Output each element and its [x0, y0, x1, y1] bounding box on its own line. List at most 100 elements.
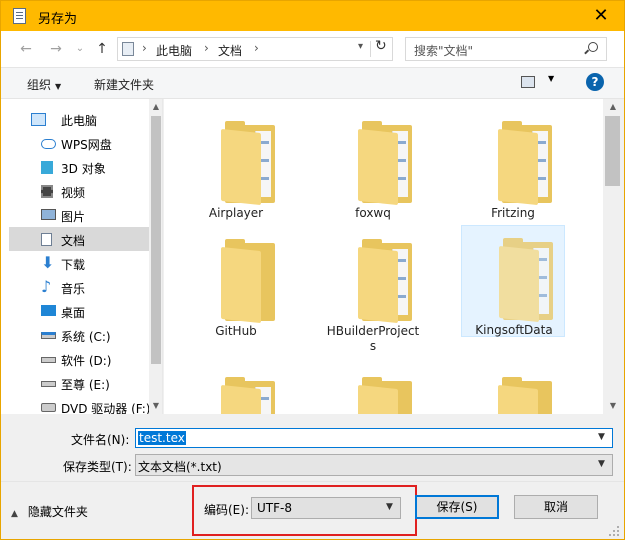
sidebar-item-music[interactable]: ♪ 音乐: [9, 275, 149, 299]
breadcrumb-this-pc[interactable]: 此电脑: [156, 42, 192, 59]
folder-icon: [499, 238, 557, 323]
resize-grip-icon[interactable]: [608, 525, 620, 537]
navigation-bar: ← → ⌄ ↑ › 此电脑 › 文档 › ▾ ↻ 搜索"文档": [1, 31, 624, 67]
file-list-scrollbar[interactable]: ▲ ▼: [603, 99, 624, 414]
recent-locations-icon[interactable]: ⌄: [71, 40, 89, 58]
sidebar-item-label: 图片: [61, 210, 86, 224]
file-list: Airplayer foxwq Fritzing GitHub HBuilder…: [164, 99, 624, 414]
video-icon: [41, 185, 53, 198]
folder-item[interactable]: [461, 365, 565, 414]
cancel-button[interactable]: 取消: [514, 495, 598, 519]
breadcrumb-separator-icon: ›: [142, 41, 147, 55]
scroll-up-icon[interactable]: ▲: [608, 102, 618, 112]
address-bar[interactable]: › 此电脑 › 文档 › ▾ ↻: [117, 37, 393, 61]
chevron-down-icon: ▼: [598, 459, 605, 469]
sidebar-item-videos[interactable]: 视频: [9, 179, 149, 203]
scroll-down-icon[interactable]: ▼: [151, 401, 161, 411]
back-arrow-icon[interactable]: ←: [17, 40, 35, 58]
organize-label: 组织: [27, 78, 52, 92]
sidebar-item-label: WPS网盘: [61, 138, 112, 152]
encoding-select[interactable]: UTF-8 ▼: [251, 497, 401, 519]
folder-item[interactable]: [321, 365, 425, 414]
organize-button[interactable]: 组织 ▼: [27, 76, 61, 93]
folder-icon: [221, 239, 279, 324]
refresh-icon[interactable]: ↻: [375, 38, 387, 54]
help-icon[interactable]: ?: [586, 73, 604, 91]
breadcrumb-separator-icon: ›: [254, 41, 259, 55]
hide-folders-toggle[interactable]: ▲ 隐藏文件夹: [11, 503, 88, 520]
folder-item[interactable]: Airplayer: [184, 109, 288, 221]
sidebar-item-drive-e[interactable]: 至尊 (E:): [9, 371, 149, 395]
sidebar-item-dvd-drive[interactable]: DVD 驱动器 (F:): [9, 395, 151, 414]
dialog-title: 另存为: [38, 12, 78, 27]
folder-icon: [221, 121, 279, 206]
breadcrumb-documents[interactable]: 文档: [218, 42, 242, 59]
folder-item[interactable]: HBuilderProject s: [321, 227, 425, 353]
drive-icon: [41, 357, 56, 363]
folder-icon: [498, 121, 556, 206]
folder-icon: [358, 239, 416, 324]
folder-item[interactable]: foxwq: [321, 109, 425, 221]
navigation-pane: 此电脑 WPS网盘 3D 对象 视频 图片 文档 ⬇ 下载 ♪ 音乐 桌面 系统…: [1, 99, 163, 414]
search-icon[interactable]: [588, 42, 598, 52]
drive-c-icon: [41, 332, 56, 339]
folder-item-selected[interactable]: KingsoftData: [461, 225, 565, 337]
forward-arrow-icon[interactable]: →: [47, 40, 65, 58]
command-bar: 组织 ▼ 新建文件夹 ▼ ?: [1, 67, 624, 99]
sidebar-item-downloads[interactable]: ⬇ 下载: [9, 251, 149, 275]
folder-icon: [358, 377, 416, 414]
pictures-icon: [41, 209, 56, 220]
folder-name: Fritzing: [491, 206, 535, 220]
address-divider: [370, 41, 371, 57]
sidebar-item-label: 此电脑: [61, 114, 98, 128]
folder-name-line: s: [369, 339, 377, 353]
chevron-down-icon[interactable]: ▼: [598, 432, 605, 442]
folder-name: foxwq: [355, 206, 391, 220]
desktop-icon: [41, 305, 56, 316]
save-button[interactable]: 保存(S): [415, 495, 499, 519]
folder-name: GitHub: [215, 324, 257, 338]
sidebar-item-label: DVD 驱动器 (F:): [61, 402, 151, 414]
chevron-down-icon: ▼: [55, 82, 62, 91]
encoding-label: 编码(E):: [204, 503, 249, 517]
scrollbar-thumb[interactable]: [151, 116, 161, 364]
sidebar-item-wps-cloud[interactable]: WPS网盘: [9, 131, 149, 155]
3d-objects-icon: [41, 161, 53, 174]
folder-item[interactable]: [184, 365, 288, 414]
sidebar-item-this-pc[interactable]: 此电脑: [9, 107, 149, 131]
sidebar-item-label: 音乐: [61, 282, 86, 296]
navigation-pane-scrollbar[interactable]: ▲ ▼: [149, 99, 162, 414]
sidebar-item-documents[interactable]: 文档: [9, 227, 149, 251]
folder-name-line: HBuilderProject: [326, 324, 420, 338]
filetype-select[interactable]: 文本文档(*.txt) ▼: [135, 454, 613, 476]
sidebar-item-desktop[interactable]: 桌面: [9, 299, 149, 323]
sidebar-item-drive-d[interactable]: 软件 (D:): [9, 347, 149, 371]
view-options-icon[interactable]: [521, 76, 535, 88]
sidebar-item-3d-objects[interactable]: 3D 对象: [9, 155, 149, 179]
filename-field[interactable]: test.tex ▼: [135, 428, 613, 448]
close-button[interactable]: ✕: [589, 4, 613, 28]
search-box[interactable]: 搜索"文档": [405, 37, 607, 61]
chevron-down-icon: ▼: [386, 502, 393, 512]
computer-icon: [31, 113, 46, 126]
folder-item[interactable]: Fritzing: [461, 109, 565, 221]
sidebar-item-label: 系统 (C:): [61, 330, 111, 344]
address-dropdown-icon[interactable]: ▾: [358, 41, 363, 52]
documents-icon: [41, 233, 52, 246]
folder-name: HBuilderProject s: [321, 324, 425, 354]
hide-folders-label: 隐藏文件夹: [27, 505, 88, 519]
folder-item[interactable]: GitHub: [184, 227, 288, 339]
music-icon: ♪: [41, 277, 52, 296]
filename-value: test.tex: [138, 431, 186, 445]
scroll-down-icon[interactable]: ▼: [608, 401, 618, 411]
sidebar-item-pictures[interactable]: 图片: [9, 203, 149, 227]
sidebar-item-drive-c[interactable]: 系统 (C:): [9, 323, 149, 347]
scrollbar-thumb[interactable]: [605, 116, 620, 186]
new-folder-button[interactable]: 新建文件夹: [94, 76, 154, 93]
filetype-label: 保存类型(T):: [63, 460, 132, 474]
scroll-up-icon[interactable]: ▲: [151, 102, 161, 112]
save-as-dialog: 另存为 ✕ ← → ⌄ ↑ › 此电脑 › 文档 › ▾ ↻ 搜索"文档" 组织…: [0, 0, 625, 540]
chevron-down-icon[interactable]: ▼: [548, 74, 554, 83]
search-placeholder: 搜索"文档": [414, 44, 474, 58]
up-arrow-icon[interactable]: ↑: [93, 40, 111, 58]
